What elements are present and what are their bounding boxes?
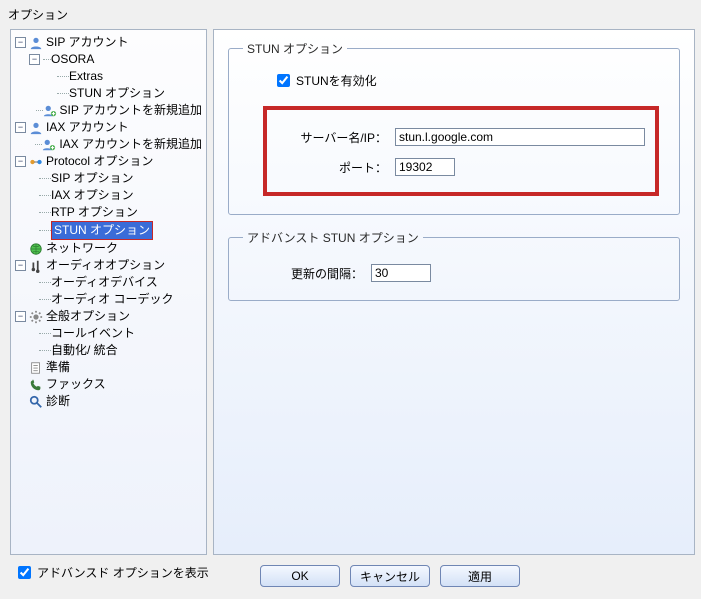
show-advanced-checkbox[interactable] xyxy=(18,566,31,579)
tree-node-provision[interactable]: 準備 xyxy=(11,359,206,376)
tree-node-stun-opt[interactable]: STUN オプション xyxy=(11,221,206,240)
user-icon xyxy=(29,36,43,50)
add-user-icon xyxy=(43,104,57,118)
server-input[interactable] xyxy=(395,128,645,146)
tree-label: IAX アカウントを新規追加 xyxy=(59,136,202,153)
tree-node-iax-account[interactable]: − IAX アカウント xyxy=(11,119,206,136)
tree-label: 準備 xyxy=(46,359,70,376)
tree-node-call-event[interactable]: コールイベント xyxy=(11,325,206,342)
tree-label: OSORA xyxy=(51,51,94,68)
show-advanced-row[interactable]: アドバンスド オプションを表示 xyxy=(14,563,209,582)
settings-panel: STUN オプション STUNを有効化 サーバー名/IP： ポート： アドバンス… xyxy=(213,29,695,555)
server-highlight-box: サーバー名/IP： ポート： xyxy=(263,106,659,196)
collapse-icon[interactable]: − xyxy=(15,156,26,167)
stun-options-legend: STUN オプション xyxy=(243,40,347,57)
show-advanced-label: アドバンスド オプションを表示 xyxy=(37,564,209,581)
tree-node-iax-add[interactable]: IAX アカウントを新規追加 xyxy=(11,136,206,153)
tree-label: SIP アカウントを新規追加 xyxy=(60,102,202,119)
add-user-icon xyxy=(42,138,56,152)
protocol-icon xyxy=(29,155,43,169)
options-tree[interactable]: − SIP アカウント − OSORA Extras STUN オプション xyxy=(10,29,207,555)
port-input[interactable] xyxy=(395,158,455,176)
tree-node-automation[interactable]: 自動化/ 統合 xyxy=(11,342,206,359)
tree-label: SIP アカウント xyxy=(46,34,128,51)
tree-node-diag[interactable]: 診断 xyxy=(11,393,206,410)
tree-node-sip-add[interactable]: SIP アカウントを新規追加 xyxy=(11,102,206,119)
tree-label-selected: STUN オプション xyxy=(51,221,153,240)
tree-label: SIP オプション xyxy=(51,170,133,187)
tree-label: オーディオデバイス xyxy=(51,274,158,291)
tree-label: STUN オプション xyxy=(69,85,165,102)
tree-label: ネットワーク xyxy=(46,240,118,257)
phone-icon xyxy=(29,378,43,392)
tree-node-extras[interactable]: Extras xyxy=(11,68,206,85)
gear-icon xyxy=(29,310,43,324)
tree-node-stun-child[interactable]: STUN オプション xyxy=(11,85,206,102)
refresh-label: 更新の間隔： xyxy=(283,265,363,282)
collapse-icon[interactable]: − xyxy=(15,37,26,48)
enable-stun-checkbox[interactable] xyxy=(277,74,290,87)
tree-node-audio-dev[interactable]: オーディオデバイス xyxy=(11,274,206,291)
advanced-stun-legend: アドバンスト STUN オプション xyxy=(243,229,423,246)
tree-label: コールイベント xyxy=(51,325,135,342)
tree-label: オーディオ コーデック xyxy=(51,291,174,308)
magnifier-icon xyxy=(29,395,43,409)
collapse-icon[interactable]: − xyxy=(29,54,40,65)
tree-node-iax-opt[interactable]: IAX オプション xyxy=(11,187,206,204)
tree-label: Extras xyxy=(69,68,103,85)
collapse-icon[interactable]: − xyxy=(15,260,26,271)
paper-icon xyxy=(29,361,43,375)
tree-node-fax[interactable]: ファックス xyxy=(11,376,206,393)
enable-stun-label: STUNを有効化 xyxy=(296,72,377,89)
refresh-input[interactable] xyxy=(371,264,431,282)
globe-icon xyxy=(29,242,43,256)
tree-label: RTP オプション xyxy=(51,204,138,221)
tree-node-audio-codec[interactable]: オーディオ コーデック xyxy=(11,291,206,308)
tree-label: IAX アカウント xyxy=(46,119,129,136)
window-title: オプション xyxy=(0,0,701,25)
server-label: サーバー名/IP： xyxy=(277,129,387,146)
tree-label: 全般オプション xyxy=(46,308,130,325)
user-icon xyxy=(29,121,43,135)
tree-node-protocol[interactable]: − Protocol オプション xyxy=(11,153,206,170)
collapse-icon[interactable]: − xyxy=(15,122,26,133)
tree-label: オーディオオプション xyxy=(46,257,165,274)
footer-bar: アドバンスド オプションを表示 OK キャンセル 適用 xyxy=(0,555,701,595)
apply-button[interactable]: 適用 xyxy=(440,565,520,587)
tree-node-sip-account[interactable]: − SIP アカウント xyxy=(11,34,206,51)
cancel-button[interactable]: キャンセル xyxy=(350,565,430,587)
stun-options-group: STUN オプション STUNを有効化 サーバー名/IP： ポート： xyxy=(228,40,680,215)
port-label: ポート： xyxy=(277,159,387,176)
tree-label: IAX オプション xyxy=(51,187,134,204)
ok-button[interactable]: OK xyxy=(260,565,340,587)
collapse-icon[interactable]: − xyxy=(15,311,26,322)
tree-node-network[interactable]: ネットワーク xyxy=(11,240,206,257)
advanced-stun-group: アドバンスト STUN オプション 更新の間隔： xyxy=(228,229,680,301)
tree-label: ファックス xyxy=(46,376,106,393)
tree-node-general[interactable]: − 全般オプション xyxy=(11,308,206,325)
tree-label: 自動化/ 統合 xyxy=(51,342,118,359)
enable-stun-row[interactable]: STUNを有効化 xyxy=(273,71,665,90)
audio-icon xyxy=(29,259,43,273)
tree-node-audio[interactable]: − オーディオオプション xyxy=(11,257,206,274)
tree-label: 診断 xyxy=(46,393,70,410)
tree-node-osora[interactable]: − OSORA xyxy=(11,51,206,68)
tree-label: Protocol オプション xyxy=(46,153,153,170)
tree-node-rtp-opt[interactable]: RTP オプション xyxy=(11,204,206,221)
tree-node-sip-opt[interactable]: SIP オプション xyxy=(11,170,206,187)
